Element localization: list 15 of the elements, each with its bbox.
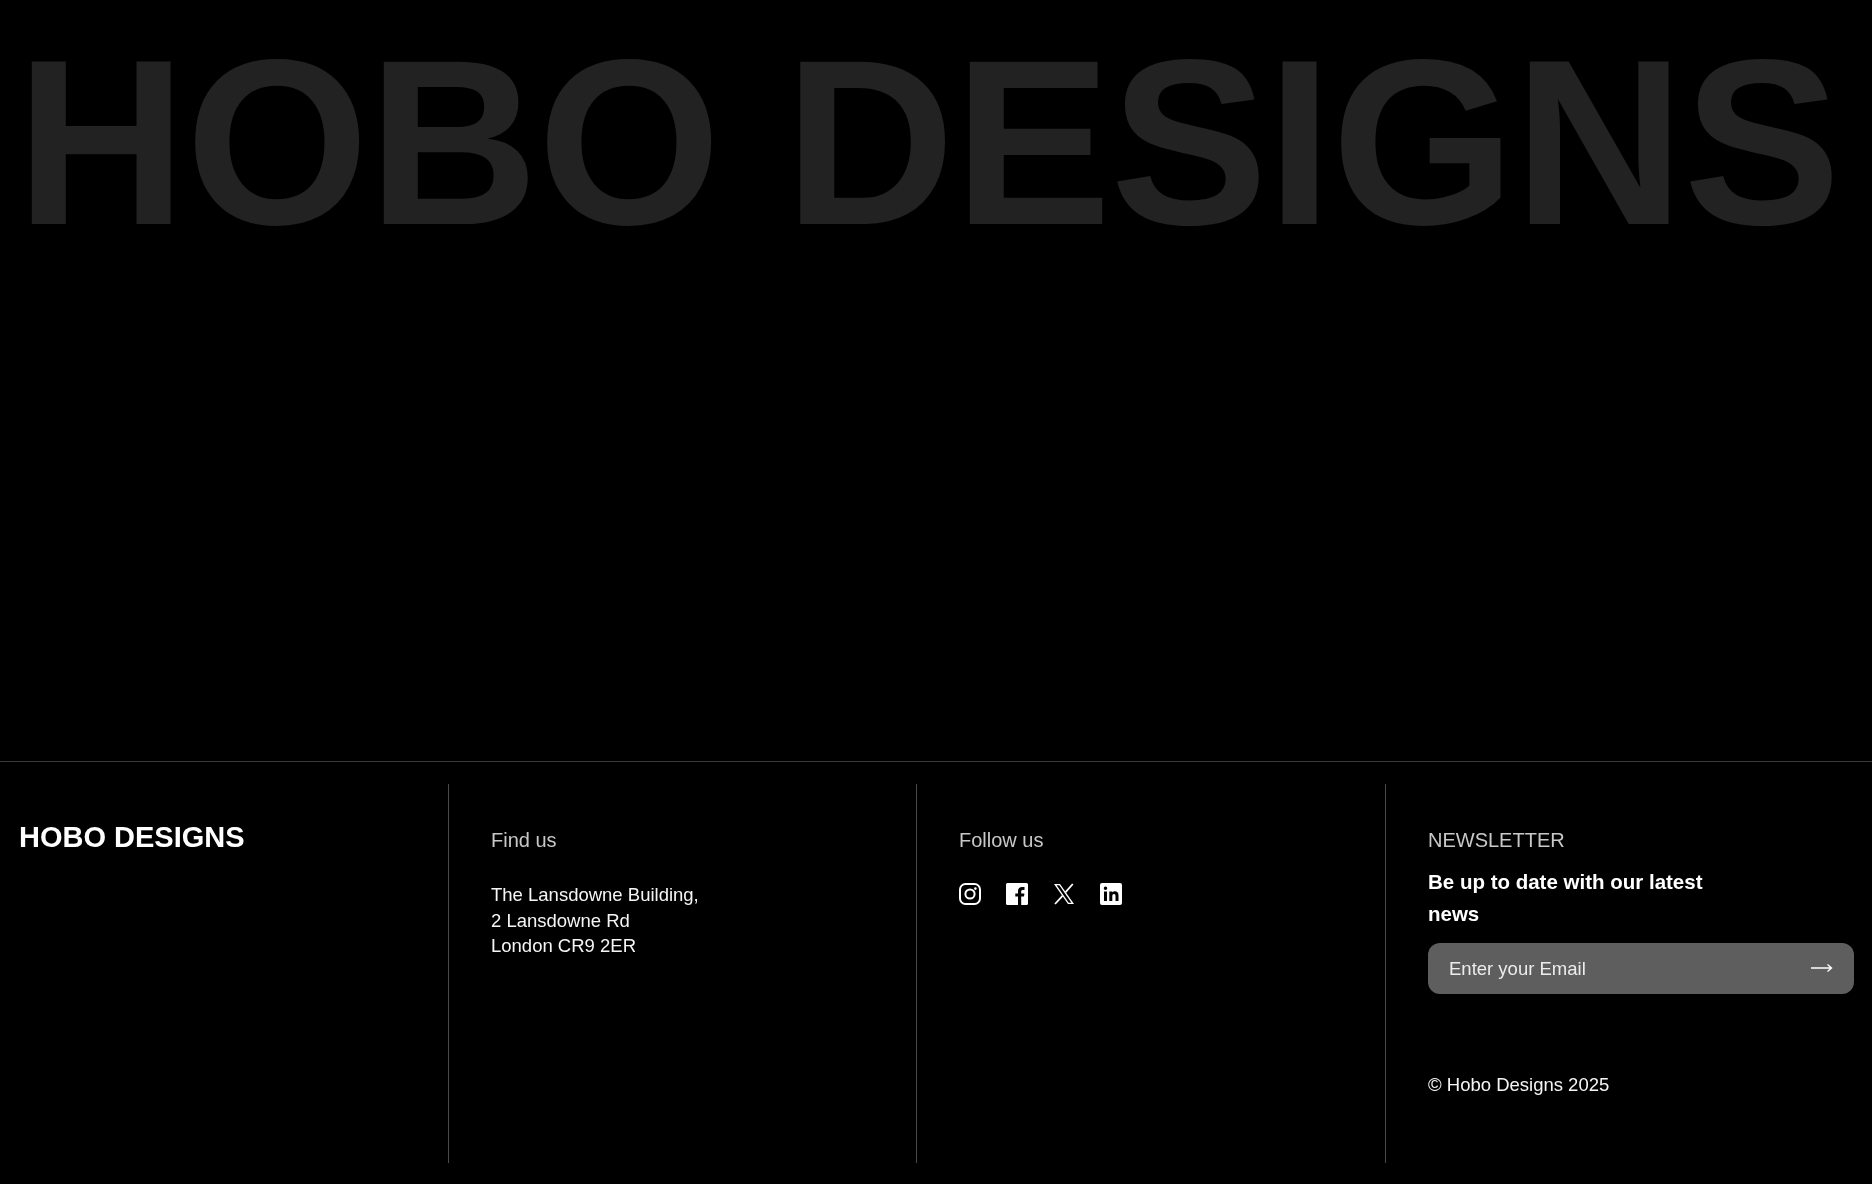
find-us-heading: Find us: [491, 828, 557, 852]
arrow-right-icon: [1811, 963, 1833, 973]
instagram-icon[interactable]: [959, 883, 981, 905]
copyright-text: © Hobo Designs 2025: [1428, 1073, 1610, 1097]
address-line: London CR9 2ER: [491, 934, 637, 958]
address-line: 2 Lansdowne Rd: [491, 908, 631, 933]
linkedin-icon[interactable]: [1100, 883, 1122, 905]
newsletter-heading: NEWSLETTER: [1428, 828, 1565, 852]
brand-name: HOBO DESIGNS: [19, 820, 245, 854]
email-field[interactable]: Enter your Email: [1428, 943, 1854, 994]
facebook-icon[interactable]: [1006, 883, 1028, 905]
newsletter-text: Be up to date with our latest news: [1428, 869, 1704, 927]
follow-us-heading: Follow us: [959, 828, 1044, 852]
x-logo-icon[interactable]: [1053, 883, 1075, 905]
address-line: The Lansdowne Building,: [491, 883, 699, 907]
